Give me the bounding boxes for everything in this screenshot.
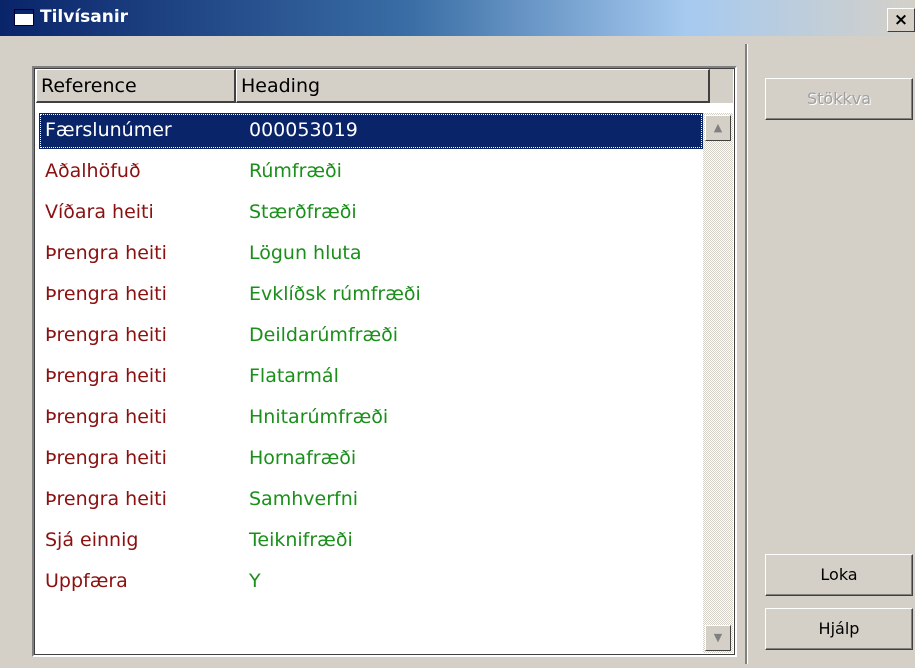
close-window-button[interactable]: × bbox=[887, 8, 915, 32]
reference-cell: Þrengra heiti bbox=[45, 406, 167, 428]
reference-cell: Færslunúmer bbox=[45, 119, 172, 141]
heading-cell: Hnitarúmfræði bbox=[249, 406, 389, 428]
reference-cell: Þrengra heiti bbox=[45, 324, 167, 346]
list-item[interactable]: Þrengra heiti Samhverfni bbox=[37, 482, 703, 523]
list-item[interactable]: Uppfæra Y bbox=[37, 564, 703, 605]
jump-button[interactable]: Stökkva bbox=[765, 78, 913, 120]
reference-cell: Þrengra heiti bbox=[45, 447, 167, 469]
reference-cell: Uppfæra bbox=[45, 570, 128, 592]
list-item[interactable]: Þrengra heiti Flatarmál bbox=[37, 359, 703, 400]
vertical-scrollbar[interactable]: ▲ ▼ bbox=[703, 113, 733, 653]
references-list[interactable]: Reference Heading Færslunúmer 000053019 Að… bbox=[32, 66, 737, 657]
list-item[interactable]: Þrengra heiti Deildarúmfræði bbox=[37, 318, 703, 359]
window-icon bbox=[14, 9, 34, 26]
heading-cell: Stærðfræði bbox=[249, 201, 357, 223]
reference-cell: Sjá einnig bbox=[45, 529, 139, 551]
list-header: Reference Heading bbox=[36, 69, 733, 103]
heading-cell: Flatarmál bbox=[249, 365, 339, 387]
reference-cell: Þrengra heiti bbox=[45, 242, 167, 264]
list-item[interactable]: Færslunúmer 000053019 bbox=[37, 113, 703, 154]
reference-cell: Þrengra heiti bbox=[45, 488, 167, 510]
window-title: Tilvísanir bbox=[40, 7, 129, 27]
heading-cell: Lögun hluta bbox=[249, 242, 362, 264]
scroll-down-button[interactable]: ▼ bbox=[705, 625, 731, 651]
heading-cell: Hornafræði bbox=[249, 447, 357, 469]
list-item[interactable]: Víðara heiti Stærðfræði bbox=[37, 195, 703, 236]
list-item[interactable]: Þrengra heiti Hnitarúmfræði bbox=[37, 400, 703, 441]
heading-cell: Samhverfni bbox=[249, 488, 359, 510]
title-bar: Tilvísanir × bbox=[0, 0, 915, 36]
heading-cell: Rúmfræði bbox=[249, 160, 342, 182]
list-item[interactable]: Þrengra heiti Evklíðsk rúmfræði bbox=[37, 277, 703, 318]
list-item[interactable]: Þrengra heiti Hornafræði bbox=[37, 441, 703, 482]
column-header-heading[interactable]: Heading bbox=[236, 69, 710, 103]
reference-cell: Þrengra heiti bbox=[45, 283, 167, 305]
heading-cell: Deildarúmfræði bbox=[249, 324, 399, 346]
list-item[interactable]: Aðalhöfuð Rúmfræði bbox=[37, 154, 703, 195]
list-rows: Færslunúmer 000053019 Aðalhöfuð Rúmfræði Víð… bbox=[37, 113, 703, 653]
reference-cell: Aðalhöfuð bbox=[45, 160, 141, 182]
heading-cell: Teiknifræði bbox=[249, 529, 353, 551]
help-button[interactable]: Hjálp bbox=[765, 608, 913, 650]
heading-cell: 000053019 bbox=[249, 119, 358, 141]
close-button[interactable]: Loka bbox=[765, 554, 913, 596]
heading-cell: Evklíðsk rúmfræði bbox=[249, 283, 421, 305]
scroll-up-button[interactable]: ▲ bbox=[705, 115, 731, 141]
list-item[interactable]: Sjá einnig Teiknifræði bbox=[37, 523, 703, 564]
reference-cell: Þrengra heiti bbox=[45, 365, 167, 387]
list-item[interactable]: Þrengra heiti Lögun hluta bbox=[37, 236, 703, 277]
reference-cell: Víðara heiti bbox=[45, 201, 154, 223]
column-header-reference[interactable]: Reference bbox=[36, 69, 236, 103]
panel-divider bbox=[745, 44, 748, 664]
heading-cell: Y bbox=[249, 570, 261, 592]
